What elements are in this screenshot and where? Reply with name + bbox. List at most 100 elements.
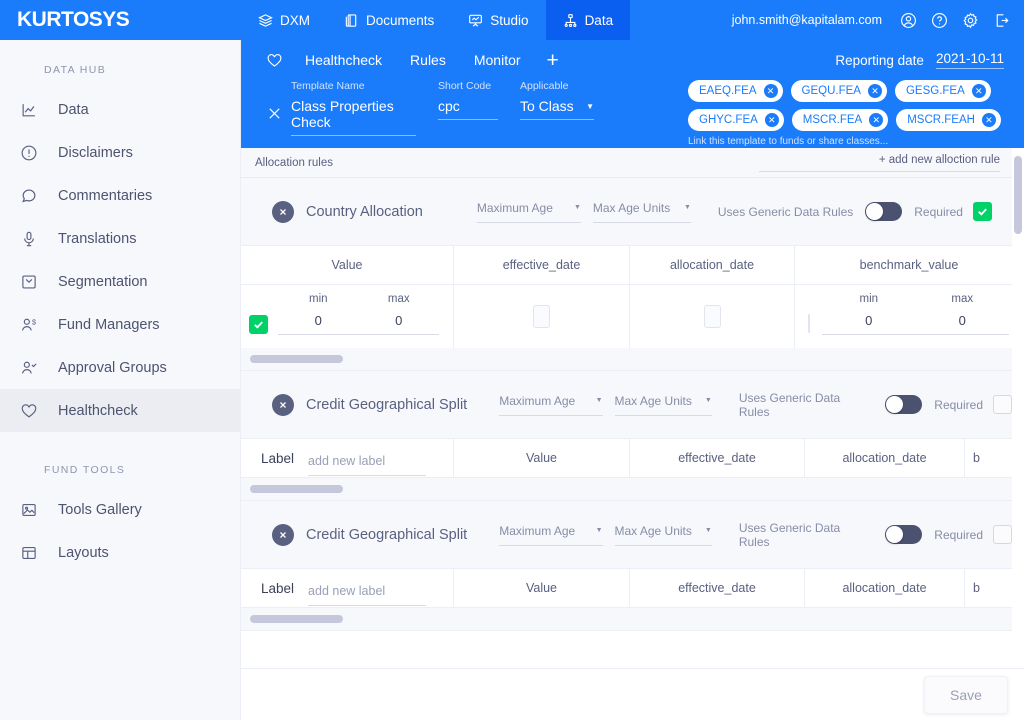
studio-icon: [468, 13, 483, 28]
settings-icon[interactable]: [962, 12, 979, 29]
help-icon[interactable]: [931, 12, 948, 29]
max-age-select[interactable]: Maximum Age ▼: [476, 201, 581, 223]
linked-funds-chips: EAEQ.FEA ✕ GEQU.FEA ✕ GESG.FEA ✕ GHYC.FE…: [688, 80, 1010, 131]
chip-remove-icon[interactable]: ✕: [867, 84, 882, 98]
table-horizontal-scrollbar[interactable]: [241, 608, 1012, 630]
add-new-allocation-rule-button[interactable]: + add new alloction rule: [758, 154, 1000, 172]
fund-chip[interactable]: GEQU.FEA ✕: [790, 80, 887, 102]
max-age-label: Maximum Age: [499, 393, 576, 408]
fund-chip-label: EAEQ.FEA: [699, 85, 757, 97]
sidebar-item-tools-gallery[interactable]: Tools Gallery: [0, 488, 240, 531]
fund-chip[interactable]: MSCR.FEA ✕: [791, 109, 889, 131]
remove-rule-icon[interactable]: [272, 200, 294, 223]
column-header-effective-date: effective_date: [630, 569, 805, 607]
required-checkbox[interactable]: [972, 202, 992, 221]
required-checkbox[interactable]: [993, 395, 1012, 414]
nav-tab-data[interactable]: Data: [545, 0, 631, 40]
table-horizontal-scrollbar[interactable]: [241, 478, 1012, 500]
rules-scroll-area: Allocation rules + add new alloction rul…: [241, 148, 1012, 668]
sidebar-item-label: Layouts: [58, 544, 109, 561]
cell-effective-date: [454, 285, 630, 348]
fund-chip-label: GHYC.FEA: [699, 114, 758, 126]
fund-chip[interactable]: MSCR.FEAH ✕: [896, 109, 1001, 131]
sidebar-item-label: Segmentation: [58, 273, 148, 290]
close-icon[interactable]: [257, 98, 291, 128]
sidebar-item-translations[interactable]: Translations: [0, 217, 240, 260]
uses-generic-data-rules-toggle[interactable]: [885, 395, 923, 414]
nav-tab-studio[interactable]: Studio: [451, 0, 545, 40]
box-icon: [18, 273, 40, 291]
sidebar-item-commentaries[interactable]: Commentaries: [0, 174, 240, 217]
nav-tab-dxm[interactable]: DXM: [241, 0, 327, 40]
sidebar-item-label: Disclaimers: [58, 144, 133, 161]
tab-rules[interactable]: Rules: [396, 52, 460, 68]
chip-remove-icon[interactable]: ✕: [869, 113, 884, 127]
sidebar-item-approval-groups[interactable]: Approval Groups: [0, 346, 240, 389]
fund-chip[interactable]: EAEQ.FEA ✕: [688, 80, 783, 102]
favorite-heart-icon[interactable]: [257, 52, 291, 69]
sidebar-item-layouts[interactable]: Layouts: [0, 531, 240, 574]
max-age-units-select[interactable]: Max Age Units ▼: [592, 201, 691, 223]
allocation-date-checkbox[interactable]: [703, 305, 721, 328]
short-code-input[interactable]: cpc: [438, 98, 498, 120]
max-age-units-select[interactable]: Max Age Units ▼: [614, 524, 712, 546]
required-checkbox[interactable]: [993, 525, 1012, 544]
sidebar-item-healthcheck[interactable]: Healthcheck: [0, 389, 240, 432]
applicable-select[interactable]: To Class ▼: [520, 98, 594, 120]
effective-date-checkbox[interactable]: [533, 305, 550, 328]
sidebar-item-segmentation[interactable]: Segmentation: [0, 260, 240, 303]
scrollbar-thumb[interactable]: [250, 355, 343, 363]
benchmark-max-input[interactable]: 0: [916, 313, 1010, 328]
fund-chip[interactable]: GESG.FEA ✕: [894, 80, 991, 102]
account-icon[interactable]: [900, 12, 917, 29]
template-name-input[interactable]: Class Properties Check: [291, 98, 416, 136]
remove-rule-icon[interactable]: [272, 393, 294, 416]
scrollbar-thumb[interactable]: [1014, 156, 1022, 234]
uses-generic-data-rules-toggle[interactable]: [885, 525, 923, 544]
fund-chip[interactable]: GHYC.FEA ✕: [688, 109, 784, 131]
reporting-date-value[interactable]: 2021-10-11: [935, 51, 1004, 69]
value-max-input[interactable]: 0: [359, 313, 440, 328]
column-header-allocation-date: allocation_date: [630, 246, 795, 284]
content-vertical-scrollbar[interactable]: [1014, 156, 1022, 666]
benchmark-min-input[interactable]: 0: [822, 313, 916, 328]
main-panel: Healthcheck Rules Monitor + Template Nam…: [241, 40, 1024, 720]
sidebar-item-fund-managers[interactable]: $ Fund Managers: [0, 303, 240, 346]
column-header-benchmark-truncated: b: [965, 439, 1012, 477]
uses-generic-data-rules-toggle[interactable]: [865, 202, 903, 221]
footer-bar: Save: [241, 668, 1024, 720]
nav-tab-label: Documents: [366, 12, 435, 28]
scrollbar-thumb[interactable]: [250, 485, 343, 493]
max-age-units-select[interactable]: Max Age Units ▼: [614, 394, 712, 416]
nav-tab-documents[interactable]: Documents: [327, 0, 451, 40]
chip-remove-icon[interactable]: ✕: [763, 84, 778, 98]
chip-remove-icon[interactable]: ✕: [981, 113, 996, 127]
add-tab-button[interactable]: +: [535, 50, 571, 71]
remove-rule-icon[interactable]: [272, 523, 294, 546]
table-horizontal-scrollbar[interactable]: [241, 348, 1012, 370]
rule-header: Credit Geographical Split Maximum Age ▼ …: [241, 501, 1012, 568]
add-new-label-input[interactable]: add new label: [308, 584, 427, 606]
add-new-label-input[interactable]: add new label: [308, 454, 427, 476]
value-enable-checkbox[interactable]: [249, 315, 268, 334]
max-age-select[interactable]: Maximum Age ▼: [499, 524, 603, 546]
required-label: Required: [934, 527, 983, 542]
chip-remove-icon[interactable]: ✕: [971, 84, 986, 98]
sidebar-item-disclaimers[interactable]: Disclaimers: [0, 131, 240, 174]
max-age-select[interactable]: Maximum Age ▼: [499, 393, 603, 416]
column-header-value: Value: [454, 569, 630, 607]
tab-healthcheck[interactable]: Healthcheck: [291, 52, 396, 68]
save-button[interactable]: Save: [924, 675, 1008, 714]
chip-remove-icon[interactable]: ✕: [764, 113, 779, 127]
rule-table: Value effective_date allocation_date ben…: [241, 245, 1012, 370]
logout-icon[interactable]: [993, 12, 1010, 29]
sidebar: DATA HUB Data Disclaimers Commentaries T…: [0, 40, 241, 720]
value-min-input[interactable]: 0: [278, 313, 359, 328]
column-header-benchmark-value: benchmark_value: [795, 246, 1012, 284]
scrollbar-thumb[interactable]: [250, 615, 343, 623]
rule-name: Credit Geographical Split: [306, 396, 468, 413]
column-header-allocation-date: allocation_date: [805, 439, 965, 477]
tab-monitor[interactable]: Monitor: [460, 52, 535, 68]
sidebar-item-data[interactable]: Data: [0, 88, 240, 131]
